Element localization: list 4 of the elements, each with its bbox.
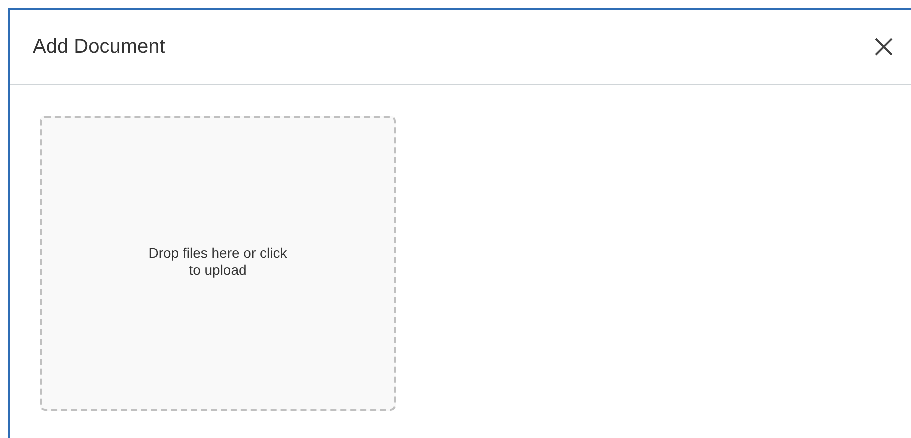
dialog-title: Add Document — [33, 36, 166, 58]
dropzone[interactable]: Drop files here or click to upload — [40, 116, 396, 411]
close-icon[interactable] — [874, 37, 894, 57]
dropzone-label: Drop files here or click to upload — [148, 244, 288, 278]
